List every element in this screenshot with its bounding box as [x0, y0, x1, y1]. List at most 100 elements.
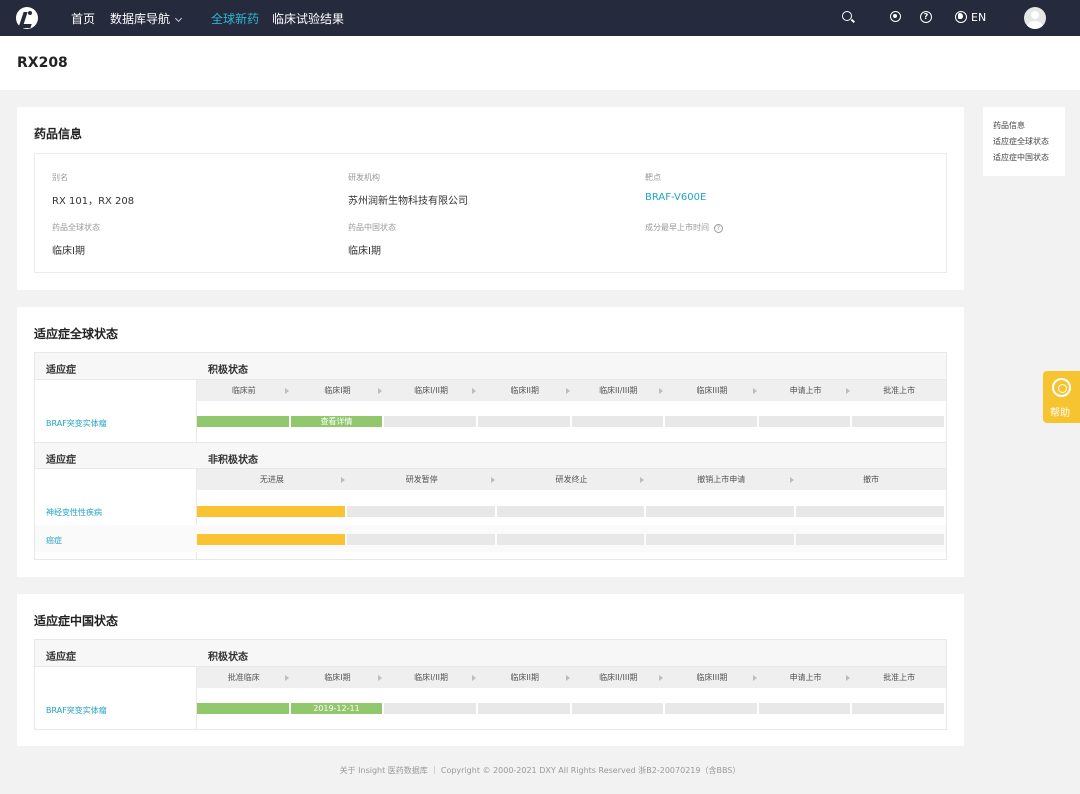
progress-segment-filled [197, 703, 289, 714]
nav-clinical-results[interactable]: 临床试验结果 [272, 10, 344, 27]
target-label: 靶点 [645, 173, 661, 182]
drug-info-card: 药品信息 别名 RX 101，RX 208 研发机构 苏州润新生物科技有限公司 … [17, 107, 964, 290]
stage-arrow-icon [490, 477, 495, 483]
progress-segment [758, 416, 851, 427]
help-icon[interactable]: ? [920, 11, 932, 23]
org-label: 研发机构 [348, 173, 380, 182]
stage-label: 临床III期 [696, 673, 728, 682]
approval-date-label[interactable]: 2019-12-11 [291, 703, 383, 714]
alias-label: 别名 [52, 173, 68, 182]
help-button[interactable]: 帮助 [1043, 371, 1080, 423]
stage-label: 申请上市 [789, 673, 822, 682]
stage-arrow-icon [471, 675, 476, 681]
china-status-title: 适应症中国状态 [34, 614, 119, 628]
progress-segment [477, 416, 570, 427]
stage-arrow-icon [659, 675, 664, 681]
stage-label: 撤销上市申请 [697, 475, 746, 484]
progress-segment [346, 506, 495, 517]
active-status-label: 积极状态 [208, 365, 248, 376]
stage-label: 临床I期 [324, 673, 351, 682]
inactive-header-row: 适应症 非积极状态 [35, 442, 946, 469]
toc-item-global-status[interactable]: 适应症全球状态 [993, 136, 1049, 147]
stage-label: 临床II/III期 [599, 673, 638, 682]
page-header: RX208 [0, 36, 1080, 90]
toc-item-drug-info[interactable]: 药品信息 [993, 120, 1025, 131]
indication-link[interactable]: BRAF突变实体瘤 [46, 705, 107, 716]
progress-segment [496, 534, 645, 545]
china-active-status-label: 积极状态 [208, 652, 248, 663]
china-stages-row: 批准临床 临床I期 临床I/II期 临床II期 临床II/III期 临床III期 申请上市 批… [197, 667, 946, 688]
drug-info-title: 药品信息 [34, 127, 83, 141]
target-link[interactable]: BRAF-V600E [645, 192, 706, 203]
stage-arrow-icon [565, 675, 570, 681]
stage-label: 研发终止 [555, 475, 588, 484]
global-status-title: 适应症全球状态 [34, 327, 119, 341]
progress-segment [477, 703, 570, 714]
stage-label: 研发暂停 [405, 475, 438, 484]
stage-arrow-icon [659, 388, 664, 394]
toc-item-china-status[interactable]: 适应症中国状态 [993, 152, 1049, 163]
china-status-label: 药品中国状态 [348, 223, 396, 232]
language-switch[interactable]: EN [971, 11, 986, 24]
earliest-launch-label: 成分最早上市时间 [645, 223, 709, 232]
stage-label: 无进展 [259, 475, 284, 484]
search-icon[interactable] [842, 11, 852, 21]
footer: 关于 Insight 医药数据库 ｜ Copyright © 2000-2021… [339, 766, 741, 775]
logo-icon[interactable] [16, 7, 38, 29]
china-status-table: 适应症 积极状态 批准临床 临床I期 临床I/II期 临床II期 临床II/III期 临床… [34, 639, 947, 730]
progress-segment [852, 416, 944, 427]
progress-segment [796, 534, 944, 545]
progress-segment [646, 534, 795, 545]
progress-segment [665, 416, 757, 427]
section-toc: 药品信息 适应症全球状态 适应症中国状态 [983, 107, 1065, 176]
indication-link[interactable]: 癌症 [46, 535, 62, 546]
stage-arrow-icon [565, 388, 570, 394]
china-status-value: 临床I期 [348, 246, 381, 257]
nav-global-drugs[interactable]: 全球新药 [211, 10, 259, 27]
global-status-value: 临床I期 [52, 246, 85, 257]
org-value: 苏州润新生物科技有限公司 [348, 196, 468, 207]
view-details-link[interactable]: 查看详情 [291, 416, 383, 427]
drug-info-box: 别名 RX 101，RX 208 研发机构 苏州润新生物科技有限公司 靶点 BR… [34, 153, 947, 273]
stage-arrow-icon [284, 388, 289, 394]
indication-link[interactable]: BRAF突变实体瘤 [46, 418, 107, 429]
stage-arrow-icon [378, 388, 383, 394]
inactive-stages-row: 无进展 研发暂停 研发终止 撤销上市申请 撤市 [197, 469, 946, 490]
stage-label: 撤市 [863, 475, 880, 484]
chevron-down-icon [174, 14, 183, 23]
stage-label: 批准临床 [227, 673, 260, 682]
stage-label: 临床前 [231, 386, 256, 395]
global-status-card: 适应症全球状态 适应症 积极状态 临床前 临床I期 临床I/II期 临床II期 临床II… [17, 307, 964, 577]
stage-label: 临床II期 [510, 673, 540, 682]
global-status-label: 药品全球状态 [52, 223, 100, 232]
progress-segment [346, 534, 495, 545]
stage-arrow-icon [846, 388, 851, 394]
notification-icon[interactable] [890, 11, 901, 22]
stage-arrow-icon [378, 675, 383, 681]
global-status-table: 适应症 积极状态 临床前 临床I期 临床I/II期 临床II期 临床II/III期 临床I… [34, 352, 947, 560]
china-status-card: 适应症中国状态 适应症 积极状态 批准临床 临床I期 临床I/II期 临床II期 临床I… [17, 594, 964, 746]
progress-segment-filled [197, 534, 345, 545]
progress-segment [496, 506, 645, 517]
progress-segment [852, 703, 944, 714]
stage-label: 临床II期 [510, 386, 540, 395]
indication-link[interactable]: 神经变性性疾病 [46, 507, 102, 518]
progress-segment [665, 703, 757, 714]
nav-database[interactable]: 数据库导航 [110, 10, 183, 27]
globe-icon[interactable] [955, 11, 967, 23]
nav-home[interactable]: 首页 [71, 10, 95, 27]
question-icon[interactable]: ? [714, 224, 723, 233]
progress-segment [384, 703, 476, 714]
stage-label: 临床I/II期 [414, 673, 448, 682]
earliest-launch: 成分最早上市时间? [645, 222, 723, 233]
progress-segment [646, 506, 795, 517]
avatar[interactable] [1024, 7, 1046, 29]
col-indication: 适应症 [46, 365, 76, 376]
stage-arrow-icon [752, 675, 757, 681]
stage-label: 临床I期 [324, 386, 351, 395]
progress-segment [758, 703, 851, 714]
alias-value: RX 101，RX 208 [52, 196, 135, 207]
stage-arrow-icon [846, 675, 851, 681]
help-label: 帮助 [1050, 408, 1070, 419]
col-indication-2: 适应症 [46, 455, 76, 466]
